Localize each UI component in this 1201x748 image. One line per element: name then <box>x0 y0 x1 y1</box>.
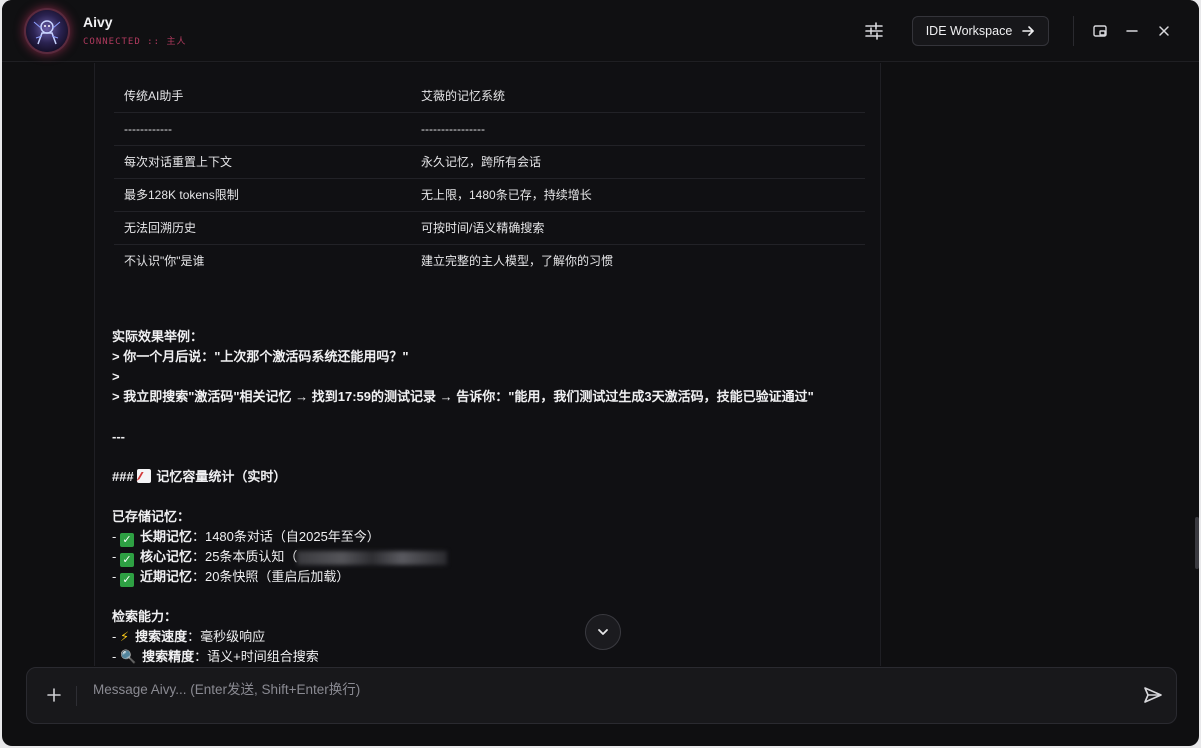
heading-text: 记忆容量统计（实时） <box>156 469 287 484</box>
table-cell: 不认识"你"是谁 <box>124 254 205 269</box>
ide-workspace-button[interactable]: IDE Workspace <box>912 16 1049 46</box>
list-bullet: - <box>112 529 120 544</box>
list-item: - ✓ 核心记忆：25条本质认知（ <box>112 547 872 567</box>
ide-workspace-label: IDE Workspace <box>925 24 1013 38</box>
list-bullet: - <box>112 649 120 664</box>
app-window: Aivy CONNECTED :: 主人 IDE Workspace 传统AI助… <box>2 0 1199 746</box>
table-row: 不认识"你"是谁 建立完整的主人模型，了解你的习惯 <box>114 244 865 277</box>
lightning-icon: ⚡ <box>119 629 130 644</box>
plus-icon <box>47 688 61 702</box>
add-attachment-button[interactable] <box>43 684 65 706</box>
table-row: 无法回溯历史 可按时间/语义精确搜索 <box>114 211 865 245</box>
list-bullet: - <box>112 549 120 564</box>
table-header-row: 传统AI助手 艾薇的记忆系统 <box>114 79 865 113</box>
table-cell: 艾薇的记忆系统 <box>411 79 865 113</box>
list-bullet: - <box>112 629 120 644</box>
title-bar: Aivy CONNECTED :: 主人 IDE Workspace <box>2 0 1199 62</box>
table-cell: ---------------- <box>411 112 865 146</box>
table-cell: 建立完整的主人模型，了解你的习惯 <box>421 254 614 269</box>
scrollbar-thumb[interactable] <box>1195 517 1199 569</box>
list-item: - ⚡ 搜索速度：毫秒级响应 <box>112 627 872 647</box>
list-item: - 🔍 搜索精度：语义+时间组合搜索 <box>112 647 872 666</box>
quote-line: > <box>112 369 120 384</box>
table-cell: ------------ <box>114 112 411 146</box>
redacted-text <box>297 550 448 565</box>
check-mark-icon: ✓ <box>119 533 134 547</box>
list-text: ：语义+时间组合搜索 <box>194 649 319 664</box>
robot-avatar-icon <box>33 20 61 45</box>
list-text: ：25条本质认知（ <box>191 549 298 564</box>
chart-increasing-icon <box>137 469 152 483</box>
list-label: 近期记忆 <box>139 569 192 584</box>
chat-scroll-area[interactable]: 传统AI助手 艾薇的记忆系统 ------------ ------------… <box>2 63 1199 666</box>
comparison-table: 传统AI助手 艾薇的记忆系统 ------------ ------------… <box>114 79 865 277</box>
stored-title: 已存储记忆： <box>112 509 191 524</box>
check-mark-icon: ✓ <box>119 553 134 567</box>
table-row: 每次对话重置上下文 永久记忆，跨所有会话 <box>114 145 865 179</box>
header-divider <box>1073 16 1074 46</box>
list-item: - ✓ 近期记忆：20条快照（重启后加载） <box>112 567 872 587</box>
send-button[interactable] <box>1141 683 1165 707</box>
table-cell: 无法回溯历史 <box>114 211 411 245</box>
picture-in-picture-icon[interactable] <box>1089 20 1111 42</box>
search-title: 检索能力： <box>112 609 178 624</box>
quote-line: > 我立即搜索"激活码"相关记忆 → 找到17:59的测试记录 → 告诉你："能… <box>112 389 814 404</box>
scroll-to-bottom-button[interactable] <box>585 614 621 650</box>
composer <box>26 667 1177 724</box>
list-text: ：毫秒级响应 <box>187 629 266 644</box>
table-cell: 最多128K tokens限制 <box>114 178 411 212</box>
send-icon <box>1144 687 1162 703</box>
message-body: 实际效果举例： > 你一个月后说："上次那个激活码系统还能用吗？" > > 我立… <box>112 327 872 666</box>
check-mark-icon: ✓ <box>119 573 134 587</box>
heading-prefix: ### <box>112 469 134 484</box>
table-cell: 每次对话重置上下文 <box>114 145 411 179</box>
list-text: ：20条快照（重启后加载） <box>191 569 350 584</box>
list-label: 核心记忆 <box>139 549 192 564</box>
list-label: 搜索速度 <box>135 629 188 644</box>
list-text: ：1480条对话（自2025年至今） <box>191 529 380 544</box>
section-heading: ### 记忆容量统计（实时） <box>112 467 872 487</box>
list-label: 长期记忆 <box>139 529 192 544</box>
list-label: 搜索精度 <box>142 649 195 664</box>
connection-status: CONNECTED :: 主人 <box>83 37 187 47</box>
table-cell: 无上限，1480条已存，持续增长 <box>411 178 865 212</box>
minimize-icon[interactable] <box>1121 20 1143 42</box>
sliders-icon[interactable] <box>863 20 885 42</box>
app-title: Aivy <box>83 14 113 30</box>
table-row: ------------ ---------------- <box>114 112 865 146</box>
table-cell: 可按时间/语义精确搜索 <box>411 211 865 245</box>
table-cell: 传统AI助手 <box>114 79 411 113</box>
list-item: - ✓ 长期记忆：1480条对话（自2025年至今） <box>112 527 872 547</box>
composer-divider <box>76 686 77 706</box>
example-title: 实际效果举例： <box>112 329 204 344</box>
table-row: 最多128K tokens限制 无上限，1480条已存，持续增长 <box>114 178 865 212</box>
horizontal-rule-text: --- <box>112 429 125 444</box>
avatar <box>26 10 68 52</box>
message-input[interactable] <box>93 678 1113 700</box>
chevron-down-icon <box>598 629 608 635</box>
quote-line: > 你一个月后说："上次那个激活码系统还能用吗？" <box>112 349 409 364</box>
list-bullet: - <box>112 569 120 584</box>
magnifier-icon: 🔍 <box>119 649 137 664</box>
close-icon[interactable] <box>1153 20 1175 42</box>
table-cell: 永久记忆，跨所有会话 <box>411 145 865 179</box>
arrow-right-icon <box>1022 26 1035 36</box>
